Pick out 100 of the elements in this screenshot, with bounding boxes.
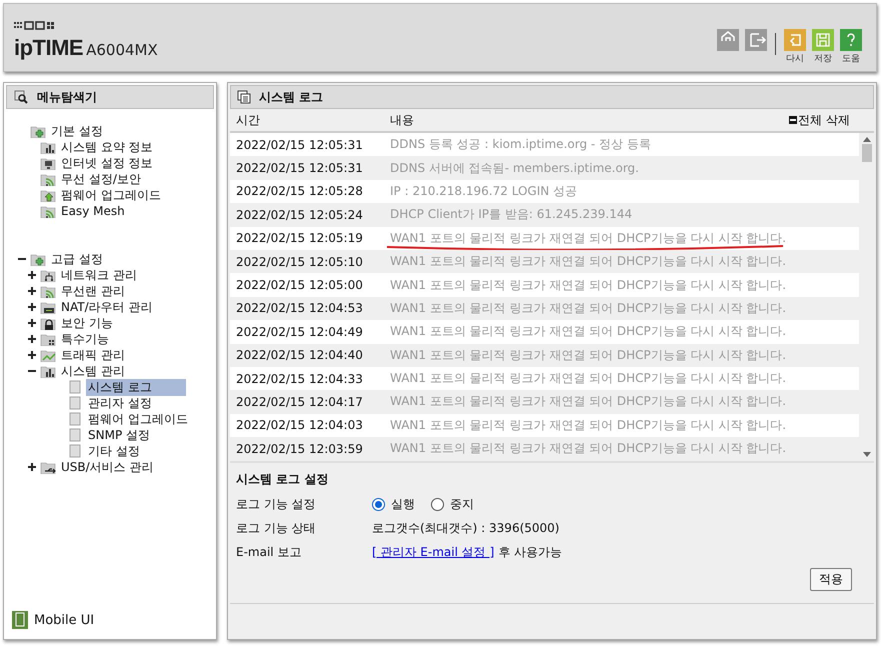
setting-label: 로그 기능 상태 [236,520,317,536]
column-header: 내용 [390,112,415,128]
undo-icon [784,29,806,51]
log-message: WAN1 포트의 물리적 링크가 재연결 되어 DHCP기능을 다시 시작 합니다. [390,300,786,317]
tree-item[interactable]: 펌웨어 업그레이드 [86,410,190,428]
log-message: WAN1 포트의 물리적 링크가 재연결 되어 DHCP기능을 다시 시작 합니다. [390,230,786,247]
log-time: 2022/02/15 12:05:24 [236,208,364,222]
log-message: WAN1 포트의 물리적 링크가 재연결 되어 DHCP기능을 다시 시작 합니다. [390,276,786,294]
line-chart-icon [40,348,56,362]
expand-icon[interactable] [28,351,36,359]
log-message: IP : 210.218.196.72 LOGIN 성공 [390,182,578,200]
setting-value: 로그갯수(최대갯수) : 3396(5000) [372,520,560,536]
tree-item[interactable]: 펌웨어 업그레이드 [59,186,163,204]
tree-item[interactable]: 시스템 관리 [59,362,127,380]
log-message: WAN1 포트의 물리적 링크가 재연결 되어 DHCP기능을 다시 시작 합니다. [390,416,786,434]
tree-item[interactable]: Easy Mesh [59,204,127,218]
column-header: 시간 [236,112,261,128]
scroll-down-icon [862,452,870,458]
scroll-thumb[interactable] [862,144,872,162]
settings-title: 시스템 로그 설정 [236,471,330,488]
tree-item[interactable]: 특수기능 [59,330,111,348]
tree-item[interactable]: 시스템 로그 [86,378,186,396]
tree-item[interactable]: 보안 기능 [59,314,115,332]
wifi-icon [40,284,56,298]
save-button[interactable]: 저장 [812,29,834,65]
folder-plus-icon [30,252,46,266]
tree-item[interactable]: 트래픽 관리 [59,346,127,364]
tree-item[interactable]: 네트워크 관리 [59,266,139,284]
home-icon [717,29,739,51]
setting-value: 후 사용가능 [498,544,562,560]
home-button[interactable] [717,29,739,51]
page-icon [67,428,83,442]
log-time: 2022/02/15 12:04:03 [236,418,364,432]
page-icon [67,396,83,410]
logo-icon [14,21,56,31]
tree-item[interactable]: 기타 설정 [86,442,142,460]
scroll-up-icon [862,136,870,142]
log-message: DDNS 서버에 접속됨- members.iptime.org. [390,160,639,177]
bar-chart-icon [40,364,56,378]
clear-all-button[interactable]: 전체 삭제 [789,112,850,128]
monitor-icon [40,156,56,170]
tree-item[interactable]: 시스템 요약 정보 [59,138,155,156]
search-icon [13,90,29,104]
tree-item[interactable]: 무선 설정/보안 [59,170,143,188]
page-icon [67,380,83,394]
wifi-icon [40,204,56,218]
mobile-ui-link[interactable]: Mobile UI [34,612,94,628]
collapse-icon[interactable] [18,255,26,263]
page-icon [67,412,83,426]
help-icon [840,29,862,51]
tree-item[interactable]: 인터넷 설정 정보 [59,154,155,172]
email-settings-link[interactable]: [ 관리자 E-mail 설정 ] [372,544,494,560]
brand-name: ipTIME [14,35,84,61]
radio-button[interactable] [431,498,444,510]
expand-icon[interactable] [28,319,36,327]
up-arrow-icon [40,188,56,202]
usb-icon [40,460,56,474]
expand-icon[interactable] [28,335,36,343]
radio-option[interactable]: 중지 [431,496,474,512]
tree-item[interactable]: 고급 설정 [49,250,105,268]
tree-item[interactable]: NAT/라우터 관리 [59,298,154,316]
log-time: 2022/02/15 12:04:49 [236,324,364,339]
log-time: 2022/02/15 12:05:31 [236,161,364,176]
logout-button[interactable] [745,29,767,51]
expand-icon[interactable] [28,287,36,295]
tree-item[interactable]: 무선랜 관리 [59,282,127,300]
minus-icon [789,116,798,124]
log-message: WAN1 포트의 물리적 링크가 재연결 되어 DHCP기능을 다시 시작 합니다. [390,393,786,410]
save-icon [812,29,834,51]
phone-icon [12,611,28,629]
radio-option[interactable]: 실행 [372,496,415,512]
help-button[interactable]: 도움 [840,29,862,65]
exit-icon [745,29,767,51]
tree-item[interactable]: 기본 설정 [49,122,105,140]
wifi-icon [40,172,56,186]
log-message: WAN1 포트의 물리적 링크가 재연결 되어 DHCP기능을 다시 시작 합니다. [390,370,786,388]
sidebar-title: 메뉴탐색기 [37,88,97,106]
log-time: 2022/02/15 12:05:00 [236,278,364,292]
page-icon [67,444,83,458]
panel-title-text: 시스템 로그 [259,88,324,106]
setting-label: 로그 기능 설정 [236,496,317,512]
log-time: 2022/02/15 12:04:17 [236,394,364,409]
tree-item[interactable]: 관리자 설정 [86,394,154,412]
expand-icon[interactable] [28,303,36,311]
log-message: DHCP Client가 IP를 받음: 61.245.239.144 [390,206,632,224]
tree-item[interactable]: SNMP 설정 [86,426,152,444]
log-message: WAN1 포트의 물리적 링크가 재연결 되어 DHCP기능을 다시 시작 합니다. [390,440,786,458]
setting-label: E-mail 보고 [236,544,302,560]
expand-icon[interactable] [28,271,36,279]
expand-icon[interactable] [28,463,36,471]
router-icon [40,300,56,314]
undo-button[interactable]: 다시 [784,29,806,65]
window-icon [237,90,251,104]
log-time: 2022/02/15 12:03:59 [236,442,364,456]
network-icon [40,268,56,282]
collapse-icon[interactable] [28,367,36,375]
radio-button[interactable] [372,498,385,510]
apply-button[interactable]: 적용 [810,568,852,591]
bar-chart-icon [40,140,56,154]
tree-item[interactable]: USB/서비스 관리 [59,458,156,476]
